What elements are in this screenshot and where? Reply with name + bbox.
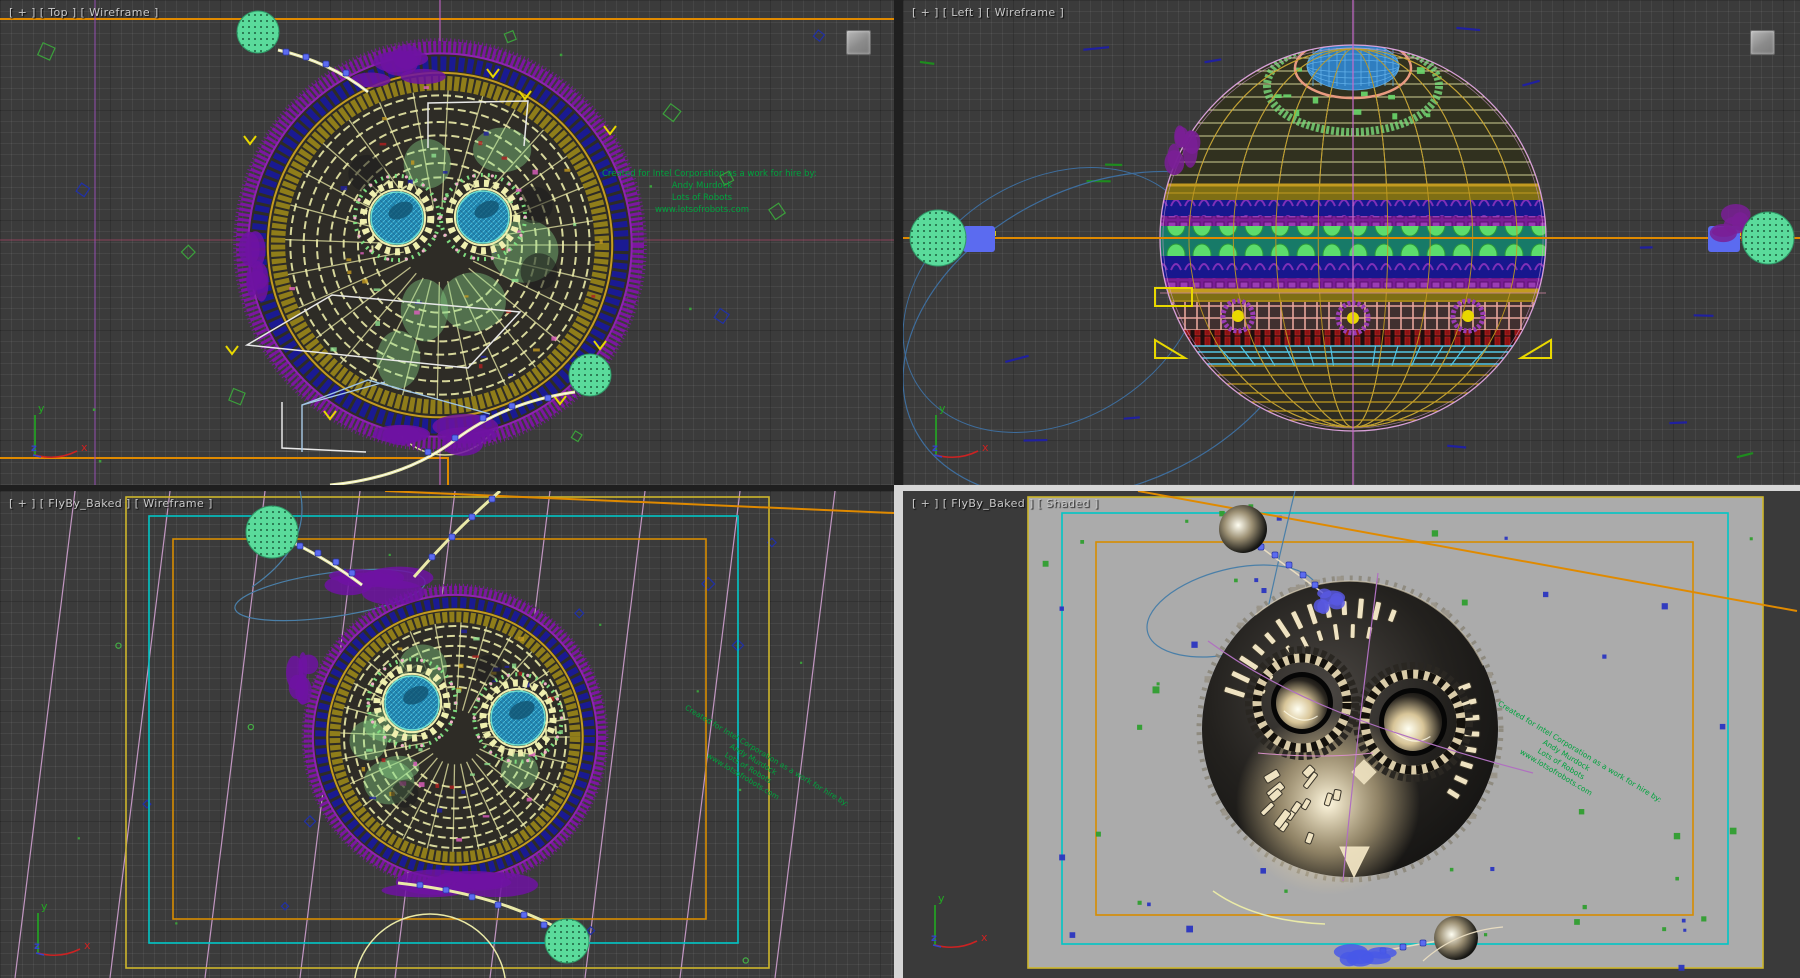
satellite-sphere[interactable] — [910, 210, 966, 266]
world-axis-gizmo: y x z — [932, 402, 989, 457]
svg-text:x: x — [81, 441, 88, 454]
viewport-camera-wireframe[interactable]: [ + ] [ FlyBy_Baked ] [ Wireframe ] yxz … — [0, 491, 894, 978]
satellite-sphere[interactable] — [569, 354, 611, 396]
viewport-splitter-horizontal-left[interactable] — [0, 485, 894, 491]
viewcube-placeholder[interactable] — [846, 30, 871, 55]
satellite-sphere[interactable] — [1742, 212, 1794, 264]
svg-text:z: z — [31, 443, 37, 454]
viewport-label-camera-wireframe[interactable]: [ + ] [ FlyBy_Baked ] [ Wireframe ] — [9, 497, 213, 510]
svg-text:y: y — [939, 402, 946, 415]
viewport-left-canvas[interactable]: y x z — [903, 0, 1800, 485]
spherebot-camera-view[interactable] — [303, 585, 607, 889]
svg-text:y: y — [938, 892, 945, 905]
satellite-sphere[interactable] — [237, 11, 279, 53]
world-axis-gizmo: y x z — [31, 402, 88, 457]
viewport-camera-shaded-canvas[interactable]: y x z — [903, 491, 1800, 978]
svg-text:x: x — [981, 931, 988, 944]
satellite-sphere[interactable] — [246, 506, 298, 558]
satellite-sphere[interactable] — [545, 919, 589, 963]
svg-text:y: y — [38, 402, 45, 415]
viewport-camera-wireframe-canvas[interactable]: y x z — [0, 491, 894, 978]
chrome-ball[interactable] — [1219, 505, 1267, 553]
svg-text:z: z — [34, 941, 40, 952]
viewport-label-left[interactable]: [ + ] [ Left ] [ Wireframe ] — [912, 6, 1064, 19]
viewport-label-camera-shaded[interactable]: [ + ] [ FlyBy_Baked ] [ Shaded ] — [912, 497, 1099, 510]
chrome-ball[interactable] — [1434, 916, 1478, 960]
world-axis-gizmo: y x z — [34, 900, 91, 955]
world-axis-gizmo: y x z — [931, 892, 988, 947]
viewport-label-top[interactable]: [ + ] [ Top ] [ Wireframe ] — [9, 6, 159, 19]
svg-text:z: z — [932, 443, 938, 454]
viewcube-placeholder[interactable] — [1750, 30, 1775, 55]
viewport-splitter-vertical-top[interactable] — [894, 0, 903, 485]
viewport-splitter-vertical-bottom-active[interactable] — [894, 485, 903, 978]
viewport-left[interactable]: [ + ] [ Left ] [ Wireframe ] y x z — [903, 0, 1800, 485]
max-viewport-area: [ + ] [ Top ] [ Wireframe ] yxz Created … — [0, 0, 1800, 978]
viewport-top-canvas[interactable]: y x z — [0, 0, 894, 485]
svg-text:x: x — [84, 939, 91, 952]
svg-text:y: y — [41, 900, 48, 913]
svg-text:z: z — [931, 933, 937, 944]
viewport-camera-shaded[interactable]: [ + ] [ FlyBy_Baked ] [ Shaded ] yxz Cre… — [903, 491, 1800, 978]
svg-text:x: x — [982, 441, 989, 454]
viewport-splitter-horizontal-right-active[interactable] — [903, 485, 1800, 491]
viewport-top[interactable]: [ + ] [ Top ] [ Wireframe ] yxz Created … — [0, 0, 894, 485]
